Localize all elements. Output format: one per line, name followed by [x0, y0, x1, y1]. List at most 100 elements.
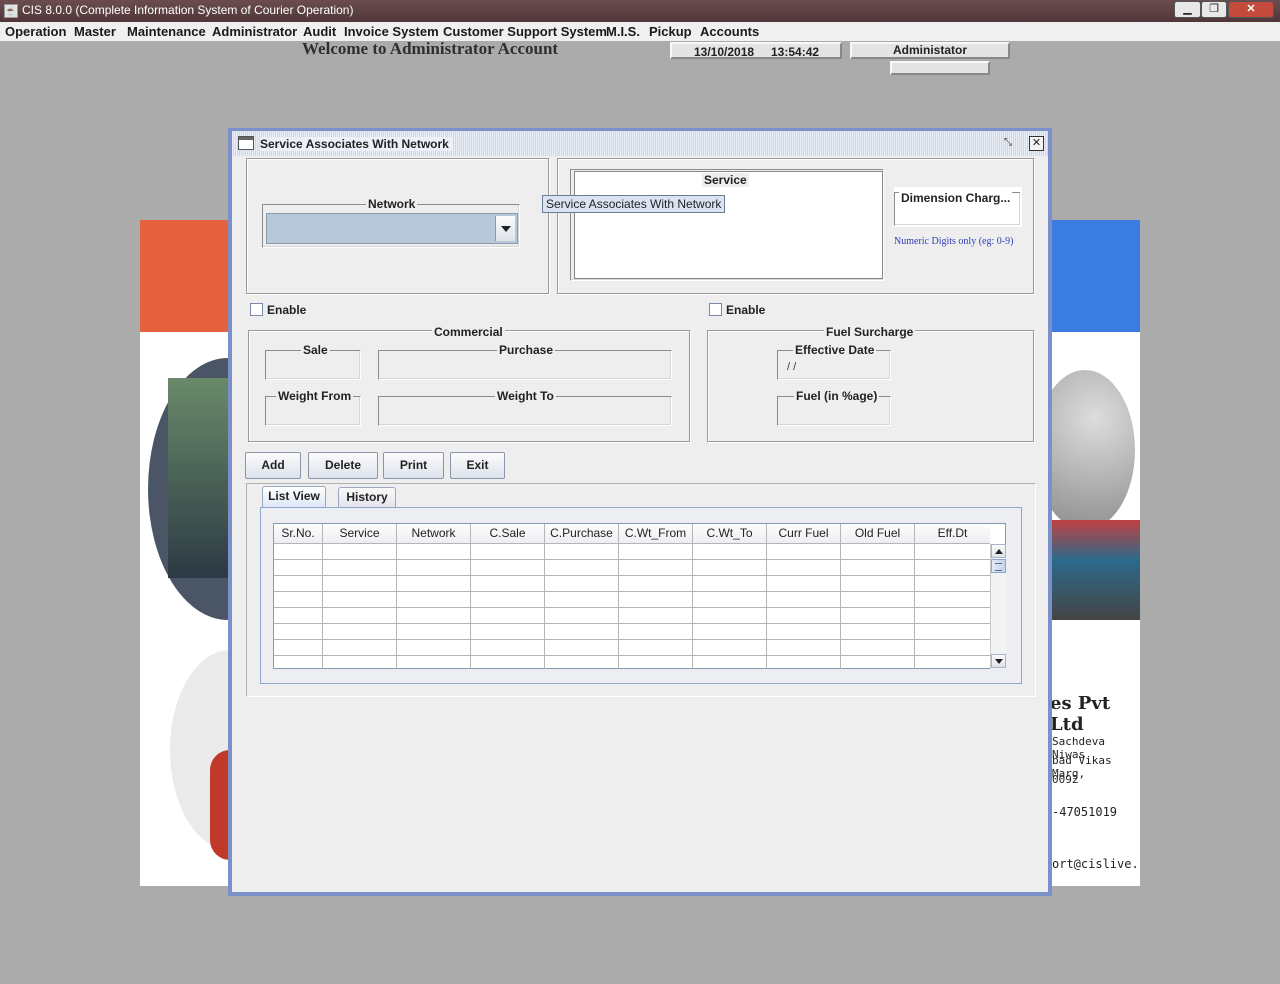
menu-master[interactable]: Master [74, 24, 116, 39]
menu-accounts[interactable]: Accounts [700, 24, 759, 39]
menu-maintenance[interactable]: Maintenance [127, 24, 206, 39]
poster-address-3: 0092 [1052, 773, 1079, 786]
col-old-fuel[interactable]: Old Fuel [841, 524, 915, 544]
enable-fuel-label: Enable [726, 303, 766, 317]
restore-icon: ⤡ [1004, 137, 1012, 148]
table-row[interactable] [274, 640, 990, 656]
window-title: CIS 8.0.0 (Complete Information System o… [22, 3, 354, 17]
col-c-purchase[interactable]: C.Purchase [545, 524, 619, 544]
table-row[interactable] [274, 560, 990, 576]
poster-phone: -47051019 [1052, 805, 1118, 819]
frame-title: Service Associates With Network [260, 137, 453, 151]
col-network[interactable]: Network [397, 524, 471, 544]
fuel-percent-label: Fuel (in %age) [794, 389, 880, 403]
commercial-title: Commercial [432, 325, 505, 339]
dimension-charge-field[interactable]: Dimension Charg... [894, 187, 1022, 227]
col-c-wt-to[interactable]: C.Wt_To [693, 524, 767, 544]
service-list[interactable] [574, 171, 883, 279]
col-divider [766, 544, 767, 669]
poster-ship-image [1050, 520, 1140, 620]
delete-button[interactable]: Delete [308, 452, 378, 479]
minimize-button[interactable]: ▁ [1174, 1, 1201, 18]
weight-to-label: Weight To [495, 389, 556, 403]
chevron-down-icon[interactable] [495, 216, 515, 241]
col-divider [618, 544, 619, 669]
time-value: 13:54:42 [771, 45, 820, 59]
service-label: Service [702, 173, 749, 187]
maximize-icon: ❐ [1209, 3, 1219, 15]
effective-date-label: Effective Date [793, 343, 877, 357]
menu-invoice-system[interactable]: Invoice System [344, 24, 439, 39]
close-button[interactable]: ✕ [1228, 1, 1274, 18]
col-divider [322, 544, 323, 669]
effective-date-value: / / [787, 361, 797, 373]
network-label: Network [366, 197, 418, 211]
frame-titlebar[interactable]: Service Associates With Network ⤡ ✕ [232, 131, 1048, 156]
table-row[interactable] [274, 592, 990, 608]
app-icon: ☕ [4, 4, 18, 18]
fuel-surcharge-title: Fuel Surcharge [824, 325, 916, 339]
network-combo[interactable] [266, 213, 518, 244]
menu-audit[interactable]: Audit [303, 24, 336, 39]
menu-bar: Operation Master Maintenance Administrat… [0, 22, 1280, 41]
menu-mis[interactable]: M.I.S. [606, 24, 640, 39]
service-associates-frame: Service Associates With Network ⤡ ✕ Netw… [228, 128, 1052, 896]
col-curr-fuel[interactable]: Curr Fuel [767, 524, 841, 544]
scroll-up-icon[interactable] [991, 544, 1006, 558]
col-divider [692, 544, 693, 669]
user-sub-box [890, 61, 990, 75]
tab-history[interactable]: History [338, 487, 396, 507]
table-header: Sr.No. Service Network C.Sale C.Purchase… [274, 524, 990, 544]
print-button[interactable]: Print [383, 452, 444, 479]
welcome-heading: Welcome to Administrator Account [302, 39, 559, 58]
table-row[interactable] [274, 544, 990, 560]
tooltip: Service Associates With Network [542, 195, 726, 213]
tab-list-view[interactable]: List View [262, 486, 326, 508]
sale-label: Sale [301, 343, 330, 357]
col-divider [914, 544, 915, 669]
menu-customer-support[interactable]: Customer Support System [443, 24, 607, 39]
col-divider [470, 544, 471, 669]
weight-from-label: Weight From [276, 389, 354, 403]
menu-administrator[interactable]: Administrator [212, 24, 297, 39]
user-box: Administator [850, 42, 1010, 59]
dimension-label: Dimension Charg... [899, 191, 1013, 205]
datetime-box: 13/10/2018 13:54:42 [670, 42, 842, 59]
col-eff-dt[interactable]: Eff.Dt [915, 524, 990, 544]
col-c-wt-from[interactable]: C.Wt_From [619, 524, 693, 544]
table-row[interactable] [274, 576, 990, 592]
add-button[interactable]: Add [245, 452, 301, 479]
poster-company: es Pvt Ltd [1050, 693, 1111, 735]
col-divider [840, 544, 841, 669]
enable-fuel-checkbox[interactable] [709, 303, 722, 316]
frame-window-icon [238, 136, 254, 150]
col-divider [396, 544, 397, 669]
table-row[interactable] [274, 624, 990, 640]
poster-crane-image [168, 378, 228, 578]
scroll-thumb[interactable] [991, 559, 1006, 573]
maximize-button[interactable]: ❐ [1201, 1, 1227, 18]
dimension-hint: Numeric Digits only (eg: 0-9) [894, 236, 1014, 247]
col-sr-no[interactable]: Sr.No. [274, 524, 323, 544]
table-row[interactable] [274, 656, 990, 672]
enable-commercial-checkbox[interactable] [250, 303, 263, 316]
col-c-sale[interactable]: C.Sale [471, 524, 545, 544]
menu-pickup[interactable]: Pickup [649, 24, 692, 39]
col-service[interactable]: Service [323, 524, 397, 544]
minimize-icon: ▁ [1183, 3, 1192, 15]
poster-email: ort@cislive.com [1052, 857, 1140, 871]
exit-button[interactable]: Exit [450, 452, 505, 479]
table-scrollbar[interactable] [990, 544, 1006, 669]
window-titlebar: ☕ CIS 8.0.0 (Complete Information System… [0, 0, 1280, 22]
frame-close-button[interactable]: ✕ [1029, 136, 1044, 151]
close-icon: ✕ [1031, 137, 1042, 149]
close-icon: ✕ [1246, 3, 1256, 15]
enable-commercial-label: Enable [267, 303, 307, 317]
menu-operation[interactable]: Operation [5, 24, 66, 39]
table-row[interactable] [274, 608, 990, 624]
col-divider [544, 544, 545, 669]
records-table[interactable]: Sr.No. Service Network C.Sale C.Purchase… [273, 523, 1006, 669]
purchase-label: Purchase [497, 343, 556, 357]
scroll-down-icon[interactable] [991, 654, 1006, 668]
frame-restore-button[interactable]: ⤡ [1000, 136, 1016, 152]
